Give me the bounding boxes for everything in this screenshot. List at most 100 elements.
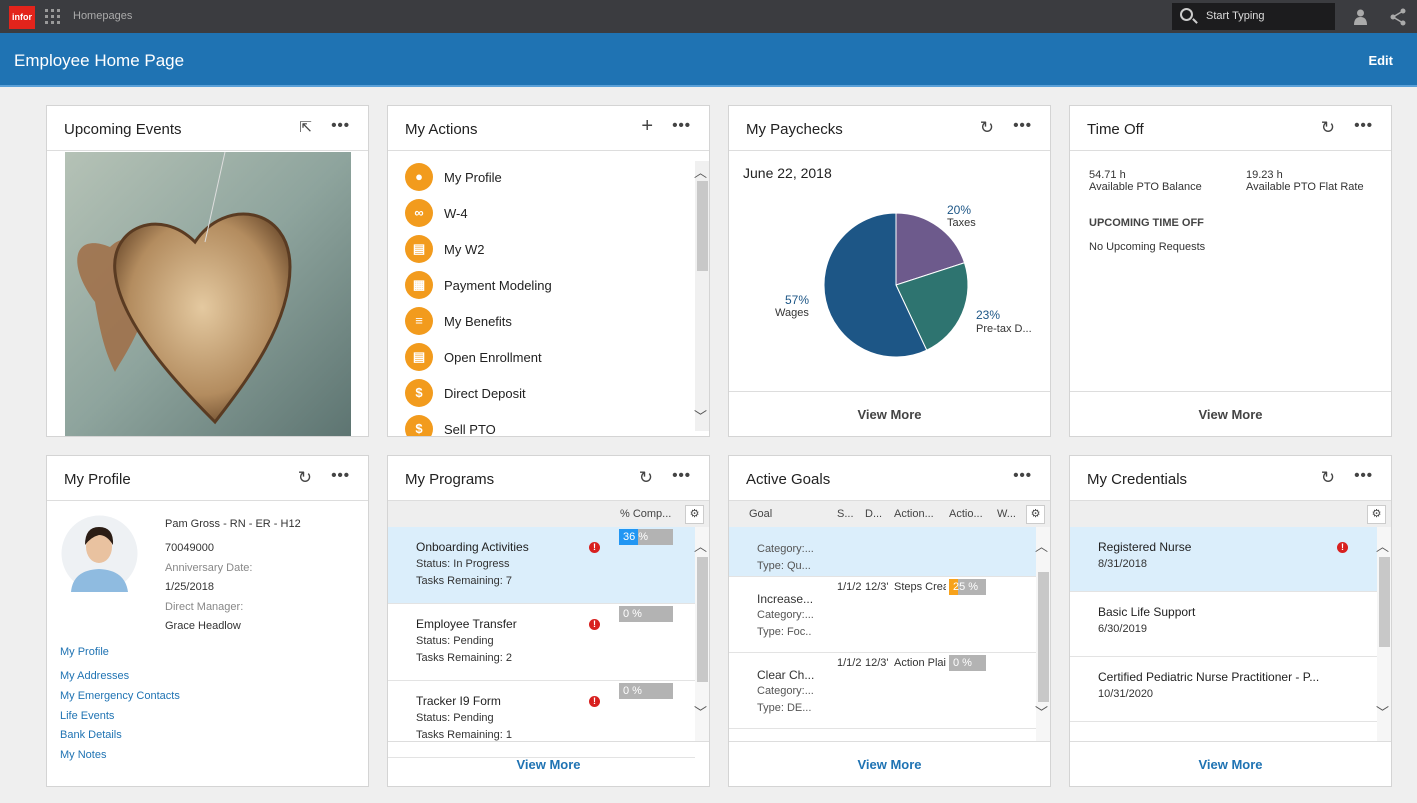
program-status: Status: Pending	[416, 635, 494, 647]
column-header[interactable]: D...	[865, 508, 882, 520]
wages-label: Wages	[775, 307, 809, 319]
action-item[interactable]: ▤ Open Enrollment	[405, 343, 542, 371]
refresh-icon[interactable]: ↻	[298, 468, 312, 488]
more-icon[interactable]: •••	[1013, 467, 1032, 484]
view-more-button[interactable]: View More	[729, 741, 1050, 786]
goal-row[interactable]: Clear Ch... Category:... Type: DE... 1/1/2 1…	[729, 653, 1036, 729]
link-my-profile[interactable]: My Profile	[60, 646, 109, 658]
paycheck-pie-chart	[823, 212, 969, 358]
program-row[interactable]: Onboarding Activities Status: In Progress…	[388, 527, 695, 604]
link-my-addresses[interactable]: My Addresses	[60, 670, 129, 682]
action-item[interactable]: ∞ W-4	[405, 199, 468, 227]
program-row[interactable]: Employee Transfer Status: Pending Tasks Re…	[388, 604, 695, 681]
action-item[interactable]: $ Direct Deposit	[405, 379, 526, 407]
column-header[interactable]: W...	[997, 508, 1016, 520]
progress-label: 0 %	[623, 685, 642, 697]
scrollbar[interactable]	[695, 161, 709, 431]
anniversary-label: Anniversary Date:	[165, 562, 253, 574]
table-header: ⚙ Goal S... D... Action... Actio... W...	[729, 501, 1050, 527]
scroll-up-icon[interactable]: ︿	[694, 536, 707, 555]
add-icon[interactable]: +	[641, 115, 653, 138]
card-title: My Credentials	[1087, 471, 1188, 488]
refresh-icon[interactable]: ↻	[980, 118, 994, 138]
goal-row[interactable]: Category:... Type: Qu...	[729, 527, 1036, 577]
action-item[interactable]: ● My Profile	[405, 163, 502, 191]
refresh-icon[interactable]: ↻	[639, 468, 653, 488]
credential-row[interactable]: Basic Life Support 6/30/2019	[1070, 592, 1377, 657]
link-life-events[interactable]: Life Events	[60, 710, 114, 722]
event-image	[65, 152, 351, 436]
column-header[interactable]: % Comp...	[620, 508, 671, 520]
view-more-button[interactable]: View More	[1070, 391, 1391, 436]
user-icon[interactable]	[1354, 9, 1367, 25]
view-more-button[interactable]: View More	[388, 741, 709, 786]
goal-type: Type: Foc..	[757, 626, 812, 638]
goal-action: Action Plai	[894, 657, 946, 669]
scroll-up-icon[interactable]: ︿	[694, 162, 707, 181]
more-icon[interactable]: •••	[1013, 117, 1032, 134]
action-item[interactable]: ≡ My Benefits	[405, 307, 512, 335]
view-more-button[interactable]: View More	[1070, 741, 1391, 786]
scroll-up-icon[interactable]: ︿	[1035, 536, 1048, 555]
table-header: ⚙	[1070, 501, 1391, 527]
my-actions-card: My Actions + ••• ● My Profile ∞ W-4 ▤ My W2 ▦ P…	[387, 105, 710, 437]
infor-logo[interactable]: infor	[9, 6, 35, 29]
app-menu-icon[interactable]	[45, 9, 60, 24]
column-header[interactable]: Goal	[749, 508, 772, 520]
action-item[interactable]: ▦ Payment Modeling	[405, 271, 552, 299]
goal-type: Type: DE...	[757, 702, 812, 714]
dollar-icon: $	[405, 379, 433, 407]
scroll-down-icon[interactable]: ﹀	[694, 702, 707, 721]
edit-button[interactable]: Edit	[1368, 53, 1393, 68]
credential-name: Basic Life Support	[1098, 605, 1196, 619]
goal-start: 1/1/2	[837, 657, 862, 669]
program-tasks: Tasks Remaining: 2	[416, 652, 512, 664]
scroll-up-icon[interactable]: ︿	[1376, 536, 1389, 555]
more-icon[interactable]: •••	[672, 467, 691, 484]
link-my-notes[interactable]: My Notes	[60, 749, 106, 761]
credential-row[interactable]: Certified Pediatric Nurse Practitioner -…	[1070, 657, 1377, 722]
progress-label: 0 %	[953, 657, 972, 669]
more-icon[interactable]: •••	[1354, 117, 1373, 134]
my-paychecks-card: My Paychecks ↻ ••• June 22, 2018 20% Tax…	[728, 105, 1051, 437]
scroll-down-icon[interactable]: ﹀	[1376, 702, 1389, 721]
card-title: My Actions	[405, 121, 478, 138]
credential-row[interactable]: Registered Nurse 8/31/2018!	[1070, 527, 1377, 592]
more-icon[interactable]: •••	[1354, 467, 1373, 484]
more-icon[interactable]: •••	[331, 467, 350, 484]
search-input[interactable]: Start Typing	[1172, 3, 1335, 30]
settings-gear-icon[interactable]: ⚙	[685, 505, 704, 524]
open-external-icon[interactable]: ⇱	[299, 118, 312, 136]
action-item[interactable]: ▤ My W2	[405, 235, 484, 263]
dollar-icon: $	[405, 415, 433, 436]
goal-row[interactable]: Increase... Category:... Type: Foc.. 1/1/2 1…	[729, 577, 1036, 653]
share-icon[interactable]	[1389, 8, 1407, 26]
settings-gear-icon[interactable]: ⚙	[1026, 505, 1045, 524]
refresh-icon[interactable]: ↻	[1321, 118, 1335, 138]
column-header[interactable]: Actio...	[949, 508, 983, 520]
view-more-button[interactable]: View More	[729, 391, 1050, 436]
action-label: My Profile	[444, 169, 502, 185]
link-emergency-contacts[interactable]: My Emergency Contacts	[60, 690, 180, 702]
link-bank-details[interactable]: Bank Details	[60, 729, 122, 741]
credential-name: Certified Pediatric Nurse Practitioner -…	[1098, 670, 1320, 684]
my-credentials-card: My Credentials ↻ ••• ⚙ Registered Nurse 8…	[1069, 455, 1392, 787]
goal-action: Steps Crea	[894, 581, 946, 593]
settings-gear-icon[interactable]: ⚙	[1367, 505, 1386, 524]
scroll-down-icon[interactable]: ﹀	[1035, 702, 1048, 721]
action-item[interactable]: $ Sell PTO	[405, 415, 496, 436]
action-label: My W2	[444, 241, 485, 257]
goal-category: Category:...	[757, 685, 814, 697]
refresh-icon[interactable]: ↻	[1321, 468, 1335, 488]
table-header: % Comp... ⚙	[388, 501, 709, 527]
more-icon[interactable]: •••	[331, 117, 350, 134]
link-icon: ∞	[405, 199, 433, 227]
credential-date: 10/31/2020	[1098, 688, 1154, 700]
scroll-down-icon[interactable]: ﹀	[694, 406, 707, 425]
column-header[interactable]: S...	[837, 508, 854, 520]
column-header[interactable]: Action...	[894, 508, 934, 520]
alert-icon: !	[1337, 542, 1348, 553]
upcoming-time-off-heading: UPCOMING TIME OFF	[1089, 217, 1204, 229]
more-icon[interactable]: •••	[672, 117, 691, 134]
breadcrumb[interactable]: Homepages	[73, 10, 132, 22]
